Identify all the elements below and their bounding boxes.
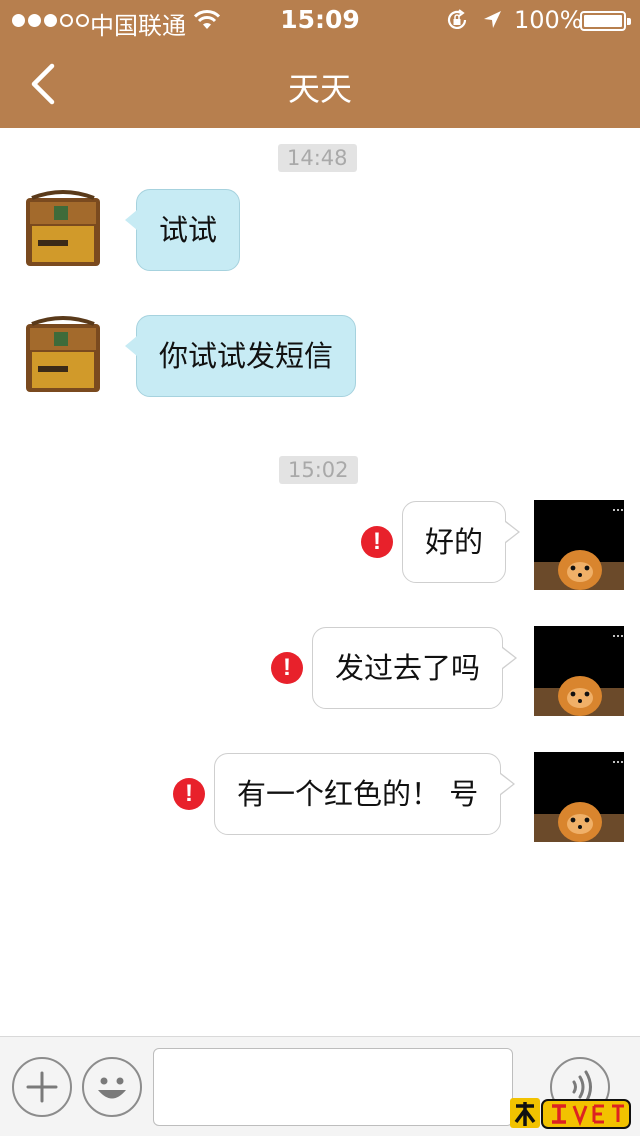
rotation-lock-icon: [447, 9, 467, 29]
status-bar: 中国联通 15:09 100%: [0, 0, 640, 40]
location-arrow-icon: [484, 11, 501, 28]
message-text: 发过去了吗: [335, 651, 481, 685]
battery-icon: [580, 11, 631, 31]
message-bubble-outgoing[interactable]: 好的: [402, 501, 521, 583]
timestamp: 15:02: [279, 456, 358, 484]
user-avatar[interactable]: [534, 500, 624, 590]
message-bubble-outgoing[interactable]: 有一个红色的！ 号: [214, 753, 516, 835]
watermark-logo: [510, 1098, 631, 1129]
user-avatar[interactable]: [534, 752, 624, 842]
contact-avatar[interactable]: [18, 310, 108, 400]
plus-icon: [26, 1071, 58, 1103]
message-text: 好的: [425, 525, 484, 559]
send-failed-icon[interactable]: !: [173, 778, 205, 810]
timestamp: 14:48: [278, 144, 357, 172]
message-bubble-incoming[interactable]: 你试试发短信: [125, 315, 357, 397]
add-button[interactable]: [12, 1057, 72, 1117]
emoji-button[interactable]: [82, 1057, 142, 1117]
page-title: 天天: [287, 70, 352, 108]
smiley-icon: [98, 1077, 126, 1099]
message-bubble-incoming[interactable]: 试试: [125, 189, 241, 271]
send-failed-icon[interactable]: !: [271, 652, 303, 684]
message-text: 有一个红色的！ 号: [237, 777, 479, 811]
contact-avatar[interactable]: [18, 184, 108, 274]
navigation-header: 中国联通 15:09 100% 天天: [0, 0, 640, 128]
message-input[interactable]: [153, 1048, 513, 1126]
message-bubble-outgoing[interactable]: 发过去了吗: [312, 627, 518, 709]
send-failed-icon[interactable]: !: [361, 526, 393, 558]
user-avatar[interactable]: [534, 626, 624, 716]
message-text: 试试: [159, 213, 218, 247]
battery-percentage: 100%: [514, 6, 583, 34]
message-text: 你试试发短信: [159, 339, 334, 373]
